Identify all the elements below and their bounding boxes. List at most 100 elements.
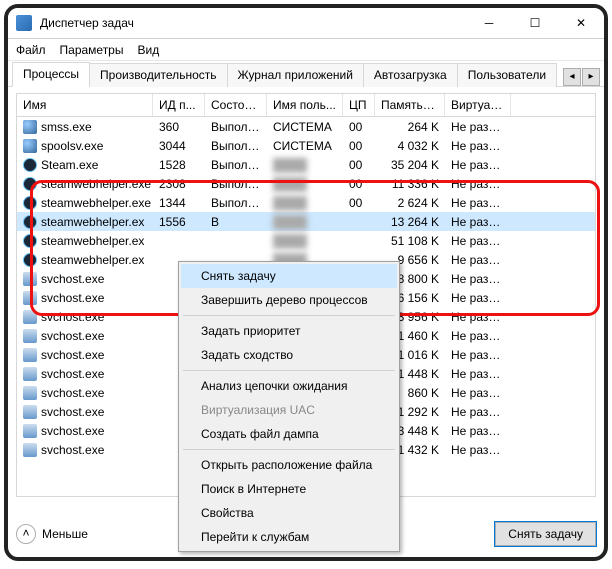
menu-file[interactable]: Файл <box>16 43 46 57</box>
cell-mem: 2 624 K <box>375 195 445 211</box>
fewer-details[interactable]: ˄ Меньше <box>16 524 88 544</box>
process-icon <box>23 158 37 172</box>
tab-users[interactable]: Пользователи <box>457 63 557 87</box>
col-state[interactable]: Состоя... <box>205 94 267 116</box>
tab-processes[interactable]: Процессы <box>12 62 90 87</box>
process-name: svchost.exe <box>41 367 104 381</box>
cell-user: СИСТЕМА <box>267 138 343 154</box>
cell-mem: 264 K <box>375 119 445 135</box>
ctx-wait-chain[interactable]: Анализ цепочки ожидания <box>181 374 397 398</box>
process-name: svchost.exe <box>41 386 104 400</box>
cell-user: ████ <box>267 176 343 192</box>
col-cpu[interactable]: ЦП <box>343 94 375 116</box>
process-icon <box>23 443 37 457</box>
cell-state: Выполн... <box>205 195 267 211</box>
cell-virt: Не разр... <box>445 404 511 420</box>
process-name: svchost.exe <box>41 291 104 305</box>
ctx-end-tree[interactable]: Завершить дерево процессов <box>181 288 397 312</box>
process-icon <box>23 405 37 419</box>
process-name: steamwebhelper.exe <box>41 177 151 191</box>
menu-options[interactable]: Параметры <box>60 43 124 57</box>
menu-view[interactable]: Вид <box>137 43 159 57</box>
maximize-button[interactable]: ☐ <box>512 8 558 39</box>
process-name: steamwebhelper.ex <box>41 215 144 229</box>
process-name: svchost.exe <box>41 424 104 438</box>
process-icon <box>23 348 37 362</box>
process-name: svchost.exe <box>41 443 104 457</box>
cell-pid: 3044 <box>153 138 205 154</box>
ctx-open-location[interactable]: Открыть расположение файла <box>181 453 397 477</box>
cell-pid: 1528 <box>153 157 205 173</box>
cell-pid: 2308 <box>153 176 205 192</box>
app-icon <box>16 15 32 31</box>
cell-virt: Не разр... <box>445 271 511 287</box>
ctx-uac: Виртуализация UAC <box>181 398 397 422</box>
cell-pid: 1556 <box>153 214 205 230</box>
process-icon <box>23 253 37 267</box>
tab-apphistory[interactable]: Журнал приложений <box>227 63 364 87</box>
cell-pid: 1344 <box>153 195 205 211</box>
cell-pid <box>153 240 205 242</box>
cell-user: ████ <box>267 195 343 211</box>
col-user[interactable]: Имя поль... <box>267 94 343 116</box>
ctx-end-task[interactable]: Снять задачу <box>181 264 397 288</box>
cell-cpu <box>343 221 375 223</box>
col-mem[interactable]: Память (а... <box>375 94 445 116</box>
cell-mem: 13 264 K <box>375 214 445 230</box>
cell-virt: Не разр... <box>445 157 511 173</box>
process-icon <box>23 329 37 343</box>
tab-scroll-left[interactable]: ◂ <box>563 68 581 86</box>
cell-user: ████ <box>267 157 343 173</box>
col-virt[interactable]: Виртуал... <box>445 94 511 116</box>
process-icon <box>23 367 37 381</box>
cell-virt: Не разр... <box>445 176 511 192</box>
cell-pid: 360 <box>153 119 205 135</box>
table-row[interactable]: steamwebhelper.ex1556В████13 264 KНе раз… <box>17 212 595 231</box>
table-row[interactable]: Steam.exe1528Выполн...████0035 204 KНе р… <box>17 155 595 174</box>
process-icon <box>23 272 37 286</box>
process-name: svchost.exe <box>41 272 104 286</box>
separator <box>183 315 395 316</box>
process-name: svchost.exe <box>41 405 104 419</box>
col-name[interactable]: Имя <box>17 94 153 116</box>
cell-virt: Не разр... <box>445 233 511 249</box>
cell-state: Выполн... <box>205 157 267 173</box>
cell-mem: 35 204 K <box>375 157 445 173</box>
ctx-affinity[interactable]: Задать сходство <box>181 343 397 367</box>
process-icon <box>23 234 37 248</box>
process-name: steamwebhelper.ex <box>41 234 144 248</box>
cell-virt: Не разр... <box>445 214 511 230</box>
window-title: Диспетчер задач <box>40 16 134 30</box>
cell-state <box>205 240 267 242</box>
process-name: steamwebhelper.exe <box>41 196 151 210</box>
tab-performance[interactable]: Производительность <box>89 63 227 87</box>
cell-cpu: 00 <box>343 176 375 192</box>
table-row[interactable]: spoolsv.exe3044Выполн...СИСТЕМА004 032 K… <box>17 136 595 155</box>
ctx-go-to-services[interactable]: Перейти к службам <box>181 525 397 549</box>
process-icon <box>23 310 37 324</box>
process-icon <box>23 386 37 400</box>
cell-state: Выполн... <box>205 176 267 192</box>
end-task-button[interactable]: Снять задачу <box>495 522 596 546</box>
cell-mem: 11 336 K <box>375 176 445 192</box>
table-row[interactable]: smss.exe360Выполн...СИСТЕМА00264 KНе раз… <box>17 117 595 136</box>
cell-cpu: 00 <box>343 138 375 154</box>
cell-virt: Не разр... <box>445 309 511 325</box>
ctx-priority[interactable]: Задать приоритет <box>181 319 397 343</box>
ctx-properties[interactable]: Свойства <box>181 501 397 525</box>
process-icon <box>23 215 37 229</box>
table-row[interactable]: steamwebhelper.ex████51 108 KНе разр... <box>17 231 595 250</box>
close-button[interactable]: ✕ <box>558 8 604 39</box>
ctx-dump[interactable]: Создать файл дампа <box>181 422 397 446</box>
cell-virt: Не разр... <box>445 290 511 306</box>
col-pid[interactable]: ИД п... <box>153 94 205 116</box>
ctx-search-online[interactable]: Поиск в Интернете <box>181 477 397 501</box>
tab-startup[interactable]: Автозагрузка <box>363 63 458 87</box>
cell-virt: Не разр... <box>445 442 511 458</box>
table-row[interactable]: steamwebhelper.exe1344Выполн...████002 6… <box>17 193 595 212</box>
table-row[interactable]: steamwebhelper.exe2308Выполн...████0011 … <box>17 174 595 193</box>
minimize-button[interactable]: ─ <box>466 8 512 39</box>
cell-virt: Не разр... <box>445 195 511 211</box>
tab-scroll-right[interactable]: ▸ <box>582 68 600 86</box>
cell-virt: Не разр... <box>445 252 511 268</box>
